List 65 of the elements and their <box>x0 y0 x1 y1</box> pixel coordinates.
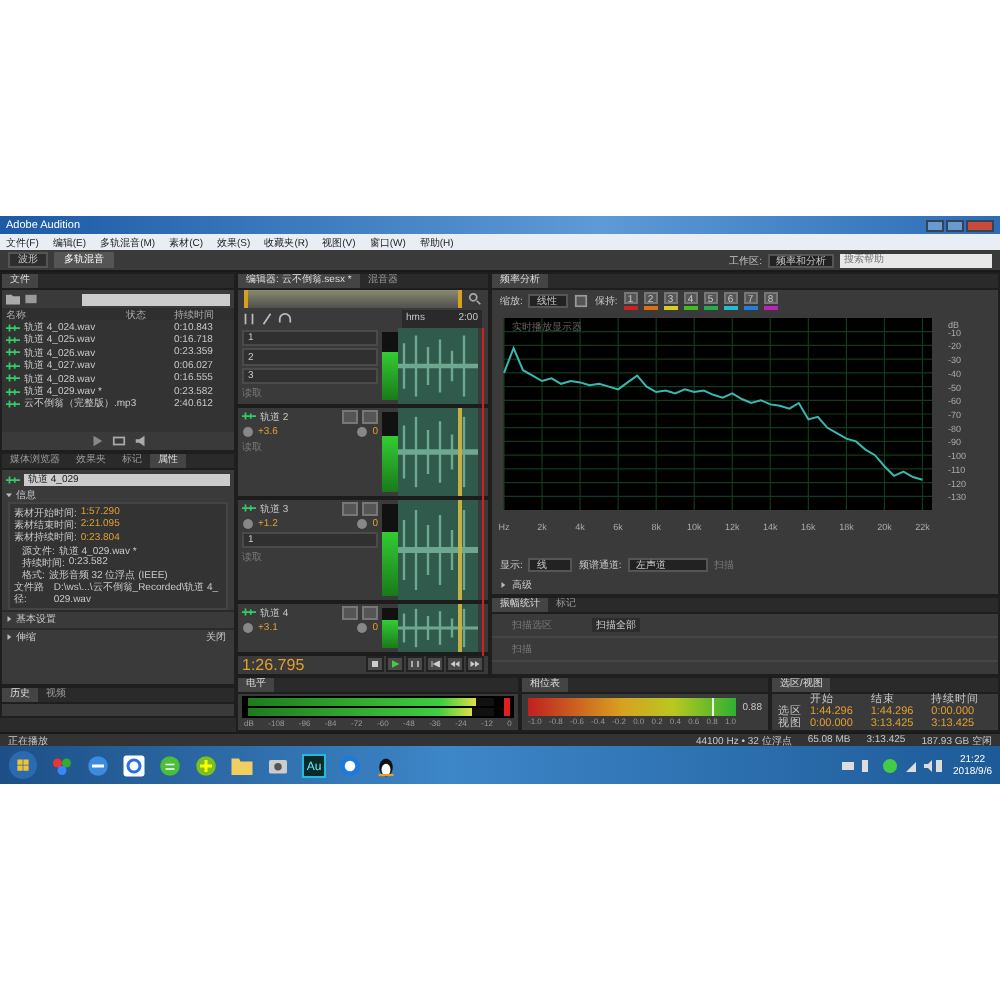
penguin-icon[interactable] <box>374 753 398 777</box>
cloud-icon[interactable] <box>122 753 146 777</box>
expand-icon[interactable] <box>6 634 12 641</box>
waveform-icon <box>6 348 20 357</box>
chat-icon[interactable] <box>158 753 182 777</box>
pan-knob[interactable] <box>356 425 369 438</box>
mute-button[interactable] <box>342 605 358 620</box>
waveform-icon <box>6 361 20 370</box>
waveform-clip[interactable] <box>398 407 478 496</box>
waveform-icon <box>242 412 256 421</box>
time-display: 1:26.795 <box>242 655 305 674</box>
rewind-button[interactable] <box>446 656 464 673</box>
skip-back-icon <box>428 658 442 671</box>
play-button[interactable] <box>386 656 404 673</box>
search-field[interactable] <box>82 293 230 305</box>
colored-dots-icon[interactable] <box>50 753 74 777</box>
fast-forward-button[interactable] <box>466 656 484 673</box>
toggle-icon[interactable] <box>574 293 589 307</box>
mute-button[interactable] <box>342 501 358 516</box>
zoom-icon[interactable] <box>468 292 482 307</box>
pan-knob[interactable] <box>356 621 369 634</box>
plus-icon[interactable] <box>194 753 218 777</box>
waveform-icon <box>242 608 256 617</box>
solo-button[interactable] <box>362 409 378 424</box>
clip-indicator <box>504 698 510 716</box>
round-app-icon[interactable] <box>338 753 362 777</box>
waveform-icon <box>6 475 20 483</box>
play-icon <box>388 658 402 671</box>
skip-back-button[interactable] <box>426 656 444 673</box>
track-meter <box>382 607 398 648</box>
fast-forward-icon <box>468 658 482 671</box>
rewind-icon <box>448 658 462 671</box>
waveform-icon <box>6 374 20 383</box>
waveform-icon <box>6 335 20 344</box>
volume-knob[interactable] <box>242 425 254 438</box>
track-meter <box>382 503 398 596</box>
collapse-icon[interactable] <box>6 492 12 498</box>
waveform-clip[interactable] <box>398 499 478 600</box>
pan-knob[interactable] <box>356 517 369 530</box>
mute-button[interactable] <box>342 409 358 424</box>
minimize-button[interactable] <box>926 219 944 231</box>
waveform-icon <box>242 504 256 513</box>
stop-button[interactable] <box>366 656 384 673</box>
maximize-button[interactable] <box>946 219 964 231</box>
tray-icons[interactable] <box>841 757 942 773</box>
overview-bar[interactable] <box>244 290 462 309</box>
waveform-icon <box>6 323 20 332</box>
expand-icon[interactable] <box>6 616 12 623</box>
waveform-clip[interactable] <box>398 603 478 652</box>
expand-icon[interactable] <box>500 581 506 587</box>
pause-icon <box>408 658 422 671</box>
start-button[interactable] <box>8 750 38 780</box>
pause-button[interactable] <box>406 656 424 673</box>
browser-icon[interactable] <box>86 753 110 777</box>
solo-button[interactable] <box>362 605 378 620</box>
volume-knob[interactable] <box>242 621 254 634</box>
track-meter <box>382 331 398 400</box>
waveform-icon <box>6 399 20 408</box>
track-meter <box>382 411 398 492</box>
volume-knob[interactable] <box>242 517 254 530</box>
folder-icon[interactable] <box>230 753 254 777</box>
waveform-clip[interactable] <box>398 327 478 404</box>
stop-icon <box>368 658 382 671</box>
waveform-icon <box>6 387 20 396</box>
solo-button[interactable] <box>362 501 378 516</box>
